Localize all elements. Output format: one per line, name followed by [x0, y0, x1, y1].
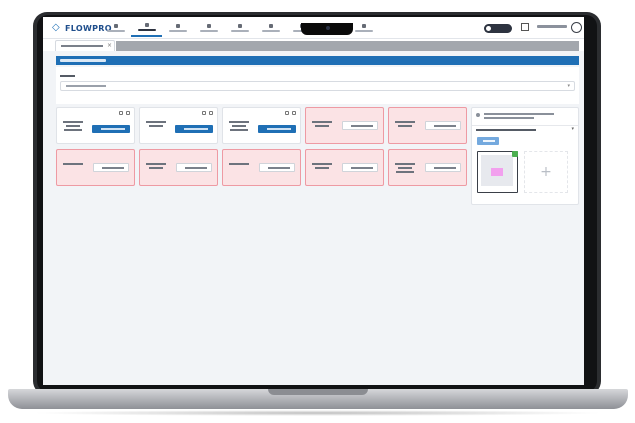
- photo-info: [476, 112, 576, 122]
- view-document-button[interactable]: [175, 125, 213, 133]
- nav-item-2[interactable]: [131, 19, 162, 37]
- tab-personnel-documents[interactable]: ×: [55, 40, 115, 51]
- view-document-button[interactable]: [92, 125, 130, 133]
- nav-item-4[interactable]: [193, 19, 224, 37]
- missing-document-card: [388, 107, 467, 144]
- section-title: [60, 59, 106, 62]
- add-photo-button[interactable]: +: [524, 151, 568, 193]
- choose-file-button[interactable]: [259, 163, 295, 172]
- list-icon: [175, 24, 180, 28]
- personnel-select[interactable]: ▾: [60, 81, 575, 91]
- missing-document-card: [388, 149, 467, 186]
- info-icon: [476, 113, 480, 117]
- tab-strip: ×: [43, 39, 584, 51]
- section-header: [56, 56, 579, 65]
- choose-file-button[interactable]: [425, 121, 461, 130]
- document-card: [56, 107, 135, 144]
- choose-file-button[interactable]: [342, 121, 378, 130]
- tab-strip-fill: [116, 41, 579, 51]
- search-icon[interactable]: [285, 111, 289, 115]
- missing-document-card: [139, 149, 218, 186]
- flowpro-logo-icon: ◇: [52, 22, 60, 33]
- missing-document-card: [305, 149, 384, 186]
- view-document-button[interactable]: [258, 125, 296, 133]
- search-icon[interactable]: [119, 111, 123, 115]
- people-icon: [206, 24, 211, 28]
- photo-panel: ▾ +: [471, 107, 579, 205]
- delete-icon[interactable]: [292, 111, 296, 115]
- tab-label: [61, 45, 103, 47]
- delete-icon[interactable]: [209, 111, 213, 115]
- document-cards-grid: [56, 107, 467, 187]
- camera-icon: [326, 26, 330, 30]
- document-card: [139, 107, 218, 144]
- laptop-base-groove: [268, 389, 368, 395]
- missing-document-card: [56, 149, 135, 186]
- avatar[interactable]: [571, 22, 582, 33]
- photo-thumbnail[interactable]: [477, 151, 518, 193]
- choose-file-button[interactable]: [176, 163, 212, 172]
- nav-item-1[interactable]: [100, 19, 131, 37]
- chevron-down-icon[interactable]: ▾: [571, 127, 574, 132]
- theme-toggle[interactable]: [484, 24, 512, 33]
- search-icon[interactable]: [202, 111, 206, 115]
- personnel-select-value: [66, 85, 106, 87]
- laptop-mockup: ◇ FLOWPRO × ▾ ▾ +: [0, 0, 635, 423]
- missing-document-card: [222, 149, 301, 186]
- delete-icon[interactable]: [126, 111, 130, 115]
- report-icon: [361, 24, 366, 28]
- personnel-label: [60, 75, 75, 77]
- nav-item-3[interactable]: [162, 19, 193, 37]
- choose-file-button[interactable]: [425, 163, 461, 172]
- gear-icon: [268, 24, 273, 28]
- photo-panel-title: [476, 129, 536, 131]
- laptop-shadow: [30, 410, 605, 416]
- document-icon: [144, 23, 149, 27]
- chevron-down-icon: ▾: [567, 83, 570, 89]
- home-icon: [113, 24, 118, 28]
- fullscreen-icon[interactable]: [521, 23, 529, 31]
- person-icon: [237, 24, 242, 28]
- choose-file-button[interactable]: [93, 163, 129, 172]
- personnel-select-block: ▾: [56, 67, 579, 104]
- document-card: [222, 107, 301, 144]
- laptop-screen: ◇ FLOWPRO × ▾ ▾ +: [43, 17, 584, 385]
- user-name: [537, 25, 567, 28]
- choose-file-button[interactable]: [342, 163, 378, 172]
- nav-item-6[interactable]: [255, 19, 286, 37]
- close-icon[interactable]: ×: [107, 43, 112, 49]
- save-button[interactable]: [477, 137, 499, 145]
- missing-document-card: [305, 107, 384, 144]
- check-icon: [512, 151, 518, 157]
- nav-item-5[interactable]: [224, 19, 255, 37]
